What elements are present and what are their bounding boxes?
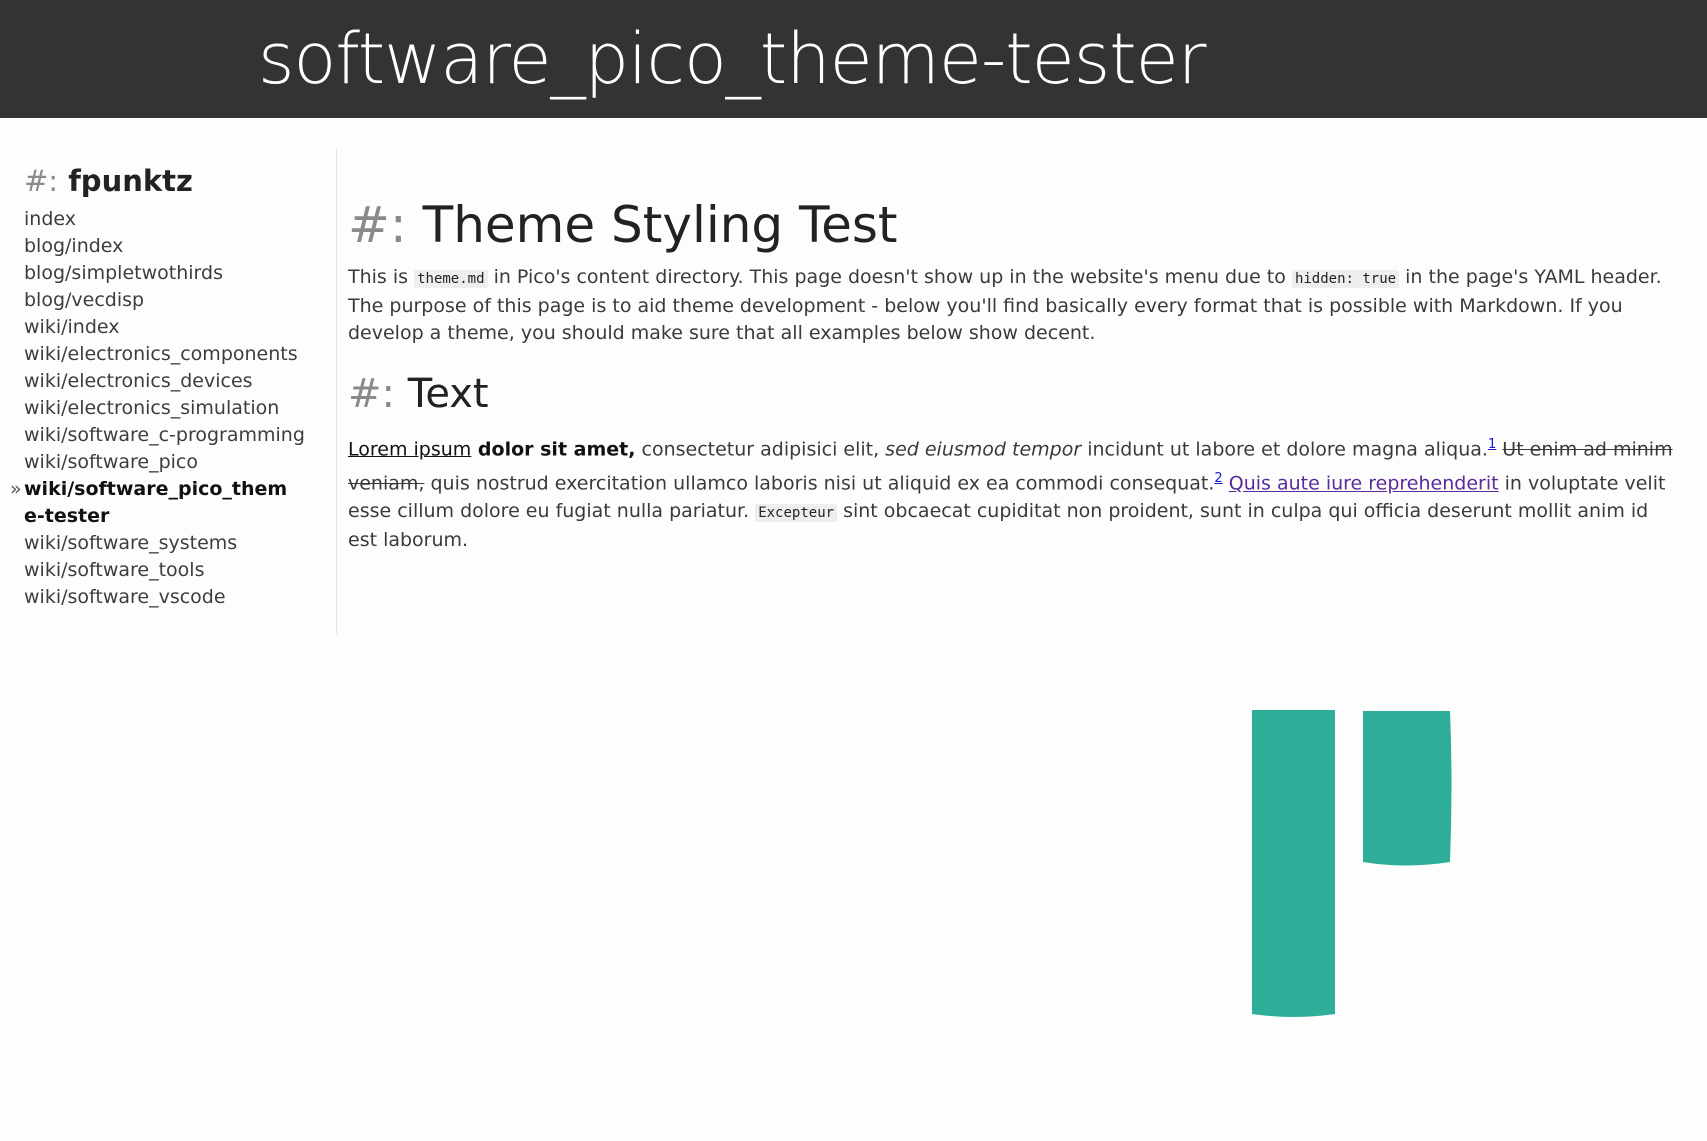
site-header: software_pico_theme-tester bbox=[0, 0, 1707, 118]
section-heading-label: Text bbox=[407, 371, 489, 417]
inline-code-excepteur: Excepteur bbox=[755, 503, 838, 522]
nav-link-software-systems[interactable]: wiki/software_systems bbox=[24, 532, 237, 554]
plain-text-1: consectetur adipisici elit, bbox=[635, 438, 886, 461]
active-marker: » bbox=[10, 478, 22, 500]
underlined-text: Lorem ipsum bbox=[348, 438, 472, 461]
nav-item: blog/simpletwothirds bbox=[24, 260, 324, 287]
text-paragraph: Lorem ipsum dolor sit amet, consectetur … bbox=[348, 429, 1678, 554]
heading-hash: #: bbox=[24, 164, 59, 198]
plain-text-3: quis nostrud exercitation ullamco labori… bbox=[424, 472, 1215, 495]
nav-link-blog-index[interactable]: blog/index bbox=[24, 235, 123, 257]
nav-link-software-c-programming[interactable]: wiki/software_c-programming bbox=[24, 424, 305, 446]
logo-bowl bbox=[1363, 711, 1452, 866]
plain-text-2: incidunt ut labore et dolore magna aliqu… bbox=[1081, 438, 1488, 461]
footnote-link-1[interactable]: 1 bbox=[1488, 437, 1496, 452]
nav-item: wiki/index bbox=[24, 314, 324, 341]
sidebar-heading-text: fpunktz bbox=[68, 164, 193, 198]
nav-item: wiki/software_c-programming bbox=[24, 422, 324, 449]
nav-item: wiki/software_vscode bbox=[24, 584, 324, 611]
nav-link-electronics-simulation[interactable]: wiki/electronics_simulation bbox=[24, 397, 279, 419]
nav-item: wiki/electronics_devices bbox=[24, 368, 324, 395]
logo-stem bbox=[1252, 710, 1335, 1017]
intro-paragraph: This is theme.md in Pico's content direc… bbox=[348, 264, 1678, 347]
site-title-link[interactable]: software_pico_theme-tester bbox=[258, 14, 1206, 104]
nav-item: wiki/electronics_components bbox=[24, 341, 324, 368]
nav-item: blog/index bbox=[24, 233, 324, 260]
sidebar-divider bbox=[336, 148, 337, 634]
inline-code-theme-md: theme.md bbox=[414, 270, 488, 288]
sidebar: #: fpunktz index blog/index blog/simplet… bbox=[10, 160, 324, 611]
bold-text: dolor sit amet, bbox=[471, 438, 636, 461]
nav-item: wiki/software_tools bbox=[24, 557, 324, 584]
italic-text: sed eiusmod tempor bbox=[885, 438, 1082, 461]
nav-link-software-pico[interactable]: wiki/software_pico bbox=[24, 451, 198, 473]
title-hash: #: bbox=[348, 196, 407, 254]
inline-code-hidden-true: hidden: true bbox=[1291, 270, 1400, 288]
nav-link-software-tools[interactable]: wiki/software_tools bbox=[24, 559, 204, 581]
main-content: #: Theme Styling Test This is theme.md i… bbox=[348, 190, 1678, 558]
intro-text-2: in Pico's content directory. This page d… bbox=[487, 266, 1292, 288]
section-heading-text: #: Text bbox=[348, 365, 1678, 423]
page-title: #: Theme Styling Test bbox=[348, 190, 1678, 260]
nav-link-electronics-devices[interactable]: wiki/electronics_devices bbox=[24, 370, 253, 392]
inline-link[interactable]: Quis aute iure reprehenderit bbox=[1229, 473, 1499, 495]
nav-link-blog-simpletwothirds[interactable]: blog/simpletwothirds bbox=[24, 262, 223, 284]
nav-link-electronics-components[interactable]: wiki/electronics_components bbox=[24, 343, 298, 365]
footnote-1: 1 bbox=[1488, 433, 1496, 452]
sidebar-nav: index blog/index blog/simpletwothirds bl… bbox=[10, 206, 324, 611]
nav-item: blog/vecdisp bbox=[24, 287, 324, 314]
nav-item: wiki/electronics_simulation bbox=[24, 395, 324, 422]
pico-logo bbox=[1252, 710, 1452, 1017]
nav-link-software-pico-theme-tester[interactable]: wiki/software_pico_theme-tester bbox=[24, 476, 300, 530]
nav-item-active: » wiki/software_pico_theme-tester bbox=[10, 476, 324, 530]
nav-item: wiki/software_pico bbox=[24, 449, 324, 476]
nav-item: index bbox=[24, 206, 324, 233]
section-hash: #: bbox=[348, 371, 395, 417]
nav-link-wiki-index[interactable]: wiki/index bbox=[24, 316, 119, 338]
footnote-2: 2 bbox=[1214, 467, 1222, 486]
nav-link-index[interactable]: index bbox=[24, 208, 76, 230]
page-title-text: Theme Styling Test bbox=[422, 196, 898, 254]
intro-text-1: This is bbox=[348, 266, 415, 288]
nav-item: wiki/software_systems bbox=[24, 530, 324, 557]
footnote-link-2[interactable]: 2 bbox=[1214, 471, 1222, 486]
sidebar-heading: #: fpunktz bbox=[24, 160, 324, 202]
nav-link-software-vscode[interactable]: wiki/software_vscode bbox=[24, 586, 226, 608]
nav-link-blog-vecdisp[interactable]: blog/vecdisp bbox=[24, 289, 144, 311]
